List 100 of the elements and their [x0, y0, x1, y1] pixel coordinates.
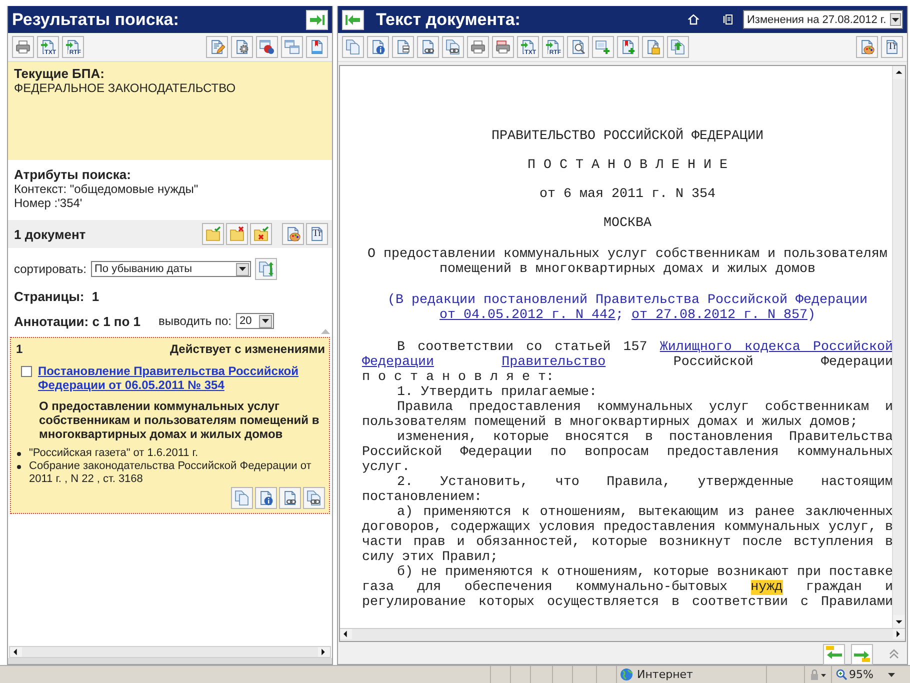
scroll-left-button[interactable]: [340, 629, 352, 639]
home-icon[interactable]: [688, 14, 699, 25]
document-paragraph: 2. Установить, что Правила, утвержденные настоящим постановлением:: [362, 475, 892, 505]
folder-icon: [205, 226, 221, 242]
bookmark-button[interactable]: [306, 36, 328, 58]
settings-button[interactable]: [231, 36, 253, 58]
result-source: Собрание законодательства Российской Федерации от 2011 г. , N 22 , ст. 3168: [29, 460, 312, 486]
sort-button[interactable]: [254, 258, 276, 280]
sort-label: сортировать:: [14, 262, 86, 276]
scroll-right-button[interactable]: [893, 629, 905, 639]
scroll-left-button[interactable]: [10, 647, 22, 657]
caret-icon: [888, 672, 895, 676]
zoom-icon: [836, 669, 847, 680]
print-button[interactable]: [467, 36, 489, 58]
page-link[interactable]: 1: [88, 289, 100, 304]
folder-cross-button[interactable]: [226, 223, 248, 245]
tree-up-button[interactable]: [667, 36, 689, 58]
filter-button[interactable]: [256, 36, 278, 58]
zoom-button[interactable]: 95%: [831, 666, 899, 683]
search-attribute: Номер :'354': [14, 196, 84, 210]
folder-icon: [253, 226, 269, 242]
bookmark-icon: [620, 39, 636, 55]
edition-select[interactable]: Изменения на 27.08.2012 г.: [743, 10, 903, 29]
expand-button[interactable]: [342, 10, 364, 30]
arrow-down-icon: [895, 618, 903, 626]
lock-icon: [645, 39, 661, 55]
bookmark-icon: [309, 39, 325, 55]
info-icon: [258, 490, 274, 506]
font-icon: [309, 226, 325, 242]
link-icon: [306, 490, 322, 506]
search-attribute: Контекст: "общедомовые нужды": [14, 182, 200, 196]
revision-note: (В редакции постановлений Правительства Российской Федерации от 04.05.2012 г. N 442; от 27.08.2012 г. N 857): [386, 293, 868, 323]
scroll-up-button[interactable]: [893, 66, 905, 79]
scroll-right-button[interactable]: [318, 647, 330, 657]
pencil-icon: [209, 39, 225, 55]
info-button[interactable]: [255, 487, 277, 509]
font-button[interactable]: Tr: [306, 223, 328, 245]
per-page-select[interactable]: 20: [236, 313, 274, 329]
info-icon: [370, 39, 386, 55]
search-button[interactable]: [567, 36, 589, 58]
link-icon: [445, 39, 461, 55]
document-link[interactable]: Жилищного кодекса Российской: [660, 340, 892, 355]
tree-button[interactable]: [392, 36, 414, 58]
copy-icon: [345, 39, 361, 55]
previous-match-button[interactable]: [823, 644, 845, 664]
document-paragraph: 1. Утвердить прилагаемые:: [396, 385, 598, 400]
pages-label: Страницы:: [14, 289, 84, 304]
list-icon: [395, 39, 411, 55]
result-summary: О предоставлении коммунальных услуг собственникам и пользователям помещений в многоквартирных домах и жилых домов: [39, 399, 320, 441]
folder-check-button[interactable]: [202, 223, 224, 245]
search-icon: [570, 39, 586, 55]
globe-icon: [620, 668, 633, 681]
window-add-button[interactable]: [592, 36, 614, 58]
dropdown-arrow-icon: [892, 18, 900, 22]
panel-title: Текст документа:: [375, 10, 522, 30]
document-link[interactable]: от 04.05.2012 г. N 442: [440, 308, 616, 323]
copy-button[interactable]: [342, 36, 364, 58]
sort-select[interactable]: По убыванию даты: [90, 261, 250, 277]
bullet-icon: [17, 465, 21, 469]
folder-icon: [229, 226, 245, 242]
security-zone: Интернет: [637, 668, 693, 681]
document-link[interactable]: Правительство: [502, 355, 606, 370]
copy-icon: [234, 490, 250, 506]
windows-button[interactable]: [281, 36, 303, 58]
document-count: 1 документ: [14, 226, 86, 242]
folder-both-button[interactable]: [250, 223, 272, 245]
result-title-link[interactable]: Постановление Правительства Российской Федерации от 06.05.2011 № 354: [38, 364, 325, 392]
scroll-to-top-icon[interactable]: [889, 649, 899, 659]
palette-button[interactable]: [856, 36, 878, 58]
link2-button[interactable]: [442, 36, 464, 58]
document-link[interactable]: Федерации: [362, 355, 434, 370]
collapse-button[interactable]: [306, 10, 328, 30]
bpa-value: ФЕДЕРАЛЬНОЕ ЗАКОНОДАТЕЛЬСТВО: [14, 81, 237, 95]
document-icon[interactable]: [723, 14, 733, 25]
per-page-label: выводить по:: [158, 314, 232, 328]
document-link[interactable]: от 27.08.2012 г. N 857: [632, 308, 808, 323]
copy-button[interactable]: [231, 487, 253, 509]
document-heading: от 6 мая 2011 г. N 354: [538, 187, 716, 202]
document-heading: П О С Т А Н О В Л Е Н И Е: [526, 158, 728, 173]
link2-button[interactable]: [303, 487, 325, 509]
font-button[interactable]: Tr: [881, 36, 903, 58]
result-source: "Российская газета" от 1.6.2011 г.: [29, 447, 198, 460]
palette-button[interactable]: [282, 223, 304, 245]
bookmark-add-button[interactable]: [617, 36, 639, 58]
arrow-left-icon: [345, 14, 361, 26]
printer-icon: [15, 39, 31, 55]
print-marked-button[interactable]: [492, 36, 514, 58]
link-button[interactable]: [417, 36, 439, 58]
document-heading: МОСКВА: [602, 216, 652, 231]
print-button[interactable]: [12, 36, 34, 58]
lock-button[interactable]: [642, 36, 664, 58]
annotations-label: Аннотации: с 1 по 1: [14, 314, 141, 328]
link-icon: [420, 39, 436, 55]
result-checkbox[interactable]: [21, 366, 32, 377]
link-button[interactable]: [279, 487, 301, 509]
edit-button[interactable]: [206, 36, 228, 58]
scroll-down-button[interactable]: [893, 615, 905, 628]
info-button[interactable]: [367, 36, 389, 58]
next-match-button[interactable]: [851, 644, 873, 664]
arrow-up-icon: [895, 68, 903, 76]
